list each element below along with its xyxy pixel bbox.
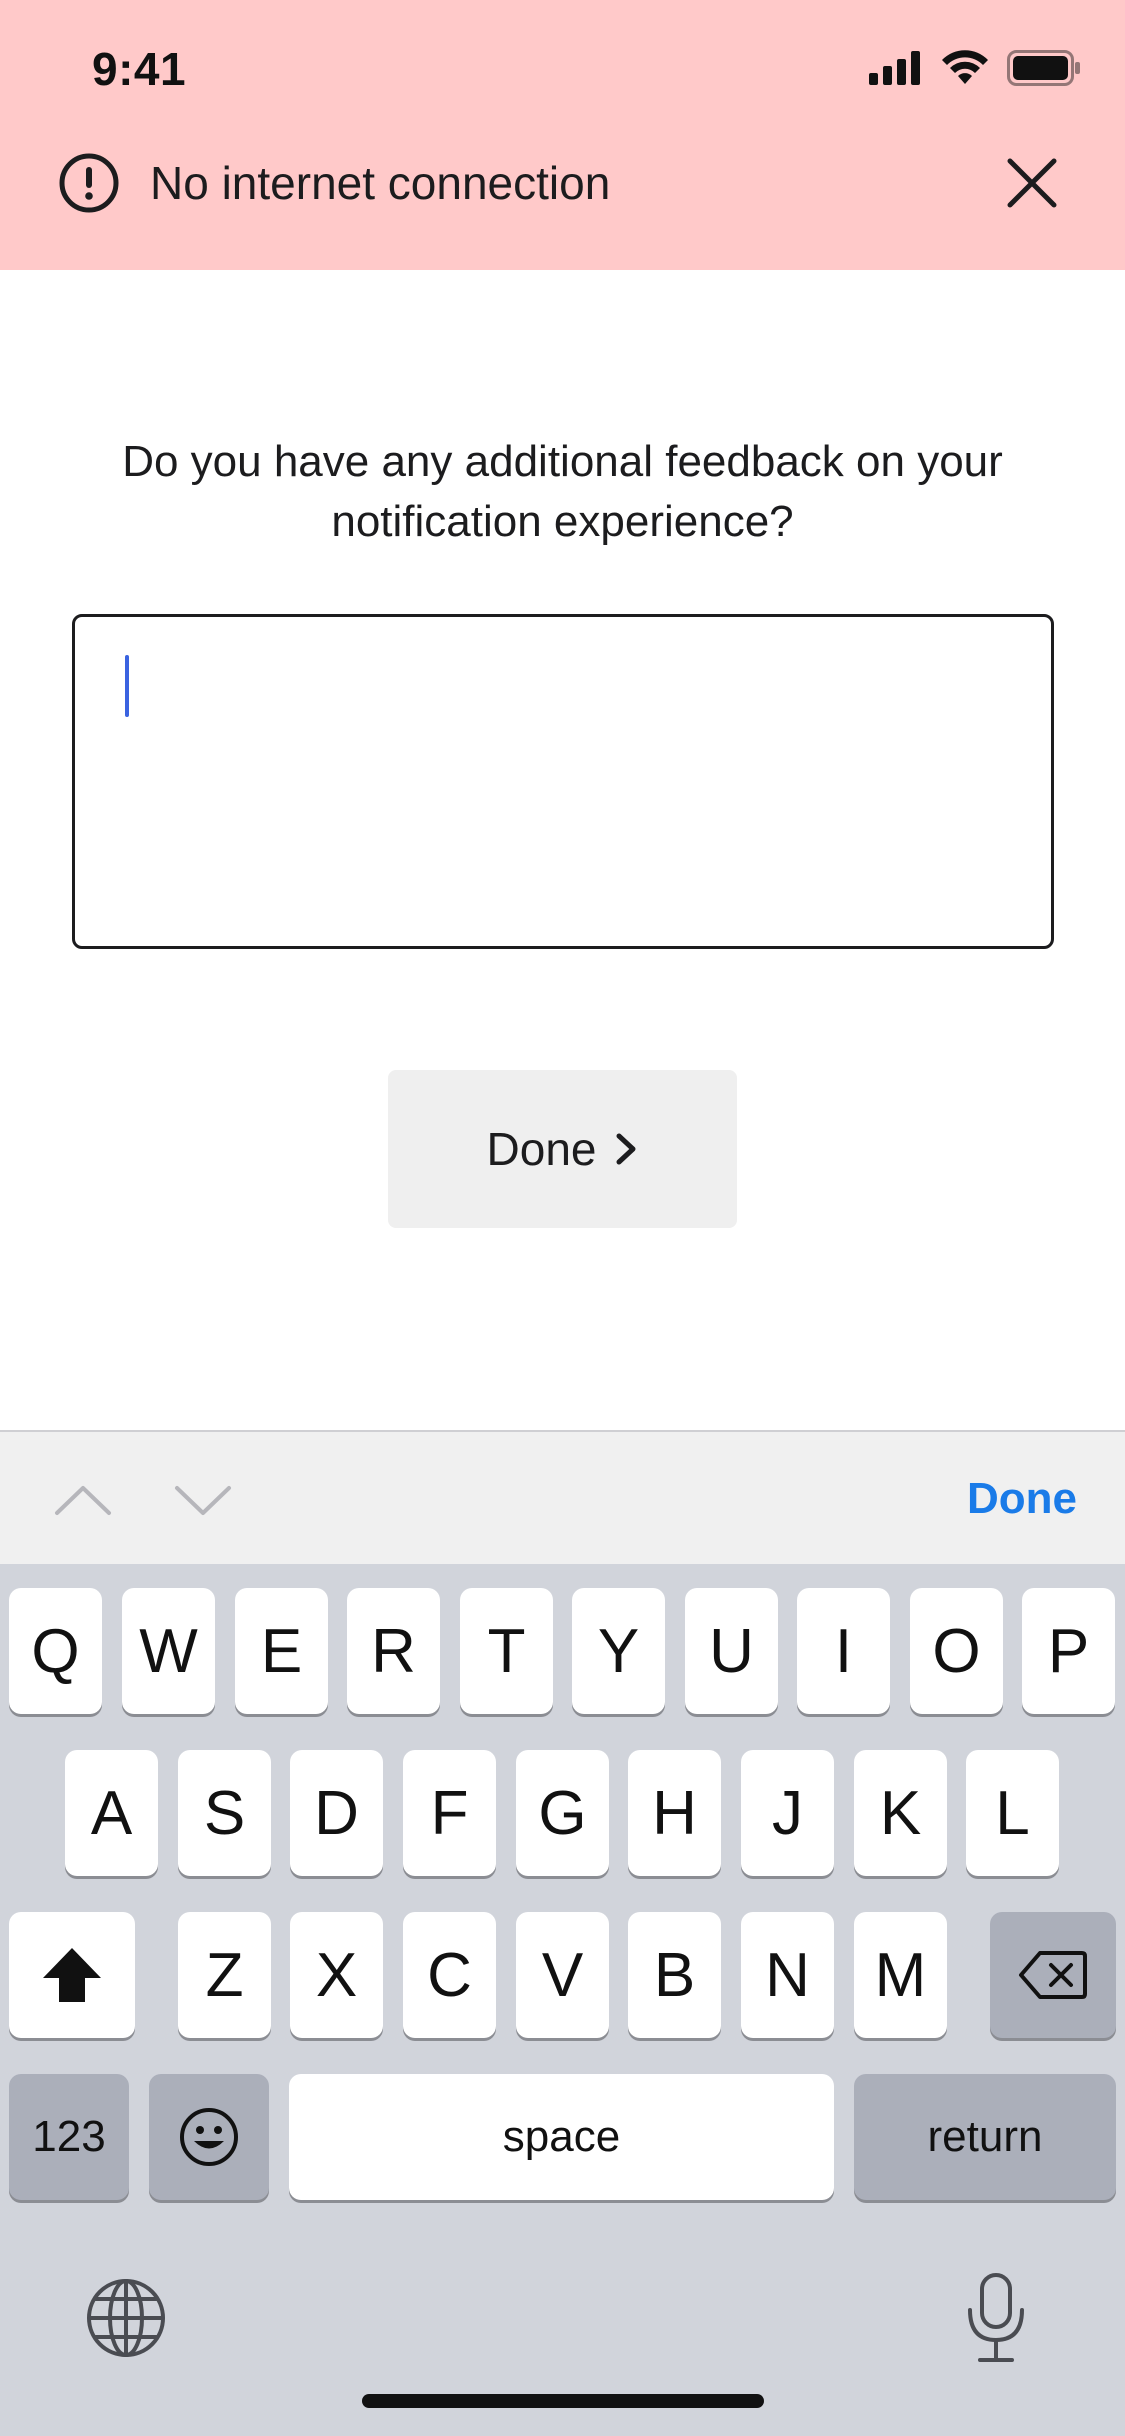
- key-a[interactable]: A: [65, 1750, 158, 1876]
- keyboard-done-button[interactable]: Done: [967, 1474, 1077, 1524]
- exclamation-circle-icon: [58, 152, 120, 214]
- key-g[interactable]: G: [516, 1750, 609, 1876]
- key-q[interactable]: Q: [9, 1588, 102, 1714]
- key-e[interactable]: E: [235, 1588, 328, 1714]
- chevron-up-icon: [55, 1486, 111, 1515]
- return-key[interactable]: return: [854, 2074, 1116, 2200]
- key-o[interactable]: O: [910, 1588, 1003, 1714]
- chevron-right-icon: [616, 1133, 636, 1165]
- key-n[interactable]: N: [741, 1912, 834, 2038]
- keyboard: Q W E R T Y U I O P A S D F G H J K L Z …: [0, 1564, 1125, 2436]
- key-z[interactable]: Z: [178, 1912, 271, 2038]
- chevron-down-icon: [175, 1486, 231, 1515]
- text-caret: [125, 655, 129, 717]
- shift-key[interactable]: [9, 1912, 135, 2038]
- key-x[interactable]: X: [290, 1912, 383, 2038]
- alert-row: No internet connection: [58, 142, 1068, 224]
- key-d[interactable]: D: [290, 1750, 383, 1876]
- key-f[interactable]: F: [403, 1750, 496, 1876]
- alert-message: No internet connection: [150, 157, 611, 209]
- offline-banner: 9:41 No internet connection: [0, 0, 1125, 270]
- key-b[interactable]: B: [628, 1912, 721, 2038]
- close-banner-button[interactable]: [996, 147, 1068, 219]
- key-y[interactable]: Y: [572, 1588, 665, 1714]
- dictation-button[interactable]: [954, 2270, 1038, 2366]
- feedback-input[interactable]: [75, 617, 1051, 946]
- globe-icon: [87, 2279, 165, 2357]
- key-i[interactable]: I: [797, 1588, 890, 1714]
- key-m[interactable]: M: [854, 1912, 947, 2038]
- key-t[interactable]: T: [460, 1588, 553, 1714]
- key-v[interactable]: V: [516, 1912, 609, 2038]
- feedback-text-box[interactable]: [72, 614, 1054, 949]
- battery-icon: [1007, 50, 1080, 86]
- close-icon: [1007, 158, 1057, 208]
- key-r[interactable]: R: [347, 1588, 440, 1714]
- emoji-smile-icon: [180, 2108, 238, 2166]
- next-field-button[interactable]: [170, 1476, 236, 1524]
- status-time: 9:41: [92, 43, 187, 95]
- done-button-label: Done: [486, 1123, 597, 1175]
- wifi-icon: [942, 50, 988, 84]
- previous-field-button[interactable]: [50, 1476, 116, 1524]
- backspace-icon: [1019, 1951, 1087, 1999]
- status-icons: [869, 50, 1081, 86]
- key-p[interactable]: P: [1022, 1588, 1115, 1714]
- key-k[interactable]: K: [854, 1750, 947, 1876]
- space-key[interactable]: space: [289, 2074, 834, 2200]
- key-s[interactable]: S: [178, 1750, 271, 1876]
- globe-button[interactable]: [84, 2276, 168, 2360]
- shift-arrow-icon: [43, 1948, 101, 2002]
- emoji-key[interactable]: [149, 2074, 269, 2200]
- keyboard-accessory-bar: Done: [0, 1430, 1125, 1564]
- backspace-key[interactable]: [990, 1912, 1116, 2038]
- key-l[interactable]: L: [966, 1750, 1059, 1876]
- key-u[interactable]: U: [685, 1588, 778, 1714]
- key-w[interactable]: W: [122, 1588, 215, 1714]
- key-j[interactable]: J: [741, 1750, 834, 1876]
- microphone-icon: [968, 2273, 1024, 2362]
- home-indicator: [362, 2394, 764, 2408]
- key-h[interactable]: H: [628, 1750, 721, 1876]
- done-button[interactable]: Done: [388, 1070, 737, 1228]
- feedback-question: Do you have any additional feedback on y…: [122, 437, 1003, 546]
- numbers-key[interactable]: 123: [9, 2074, 129, 2200]
- cellular-signal-icon: [869, 51, 920, 85]
- key-c[interactable]: C: [403, 1912, 496, 2038]
